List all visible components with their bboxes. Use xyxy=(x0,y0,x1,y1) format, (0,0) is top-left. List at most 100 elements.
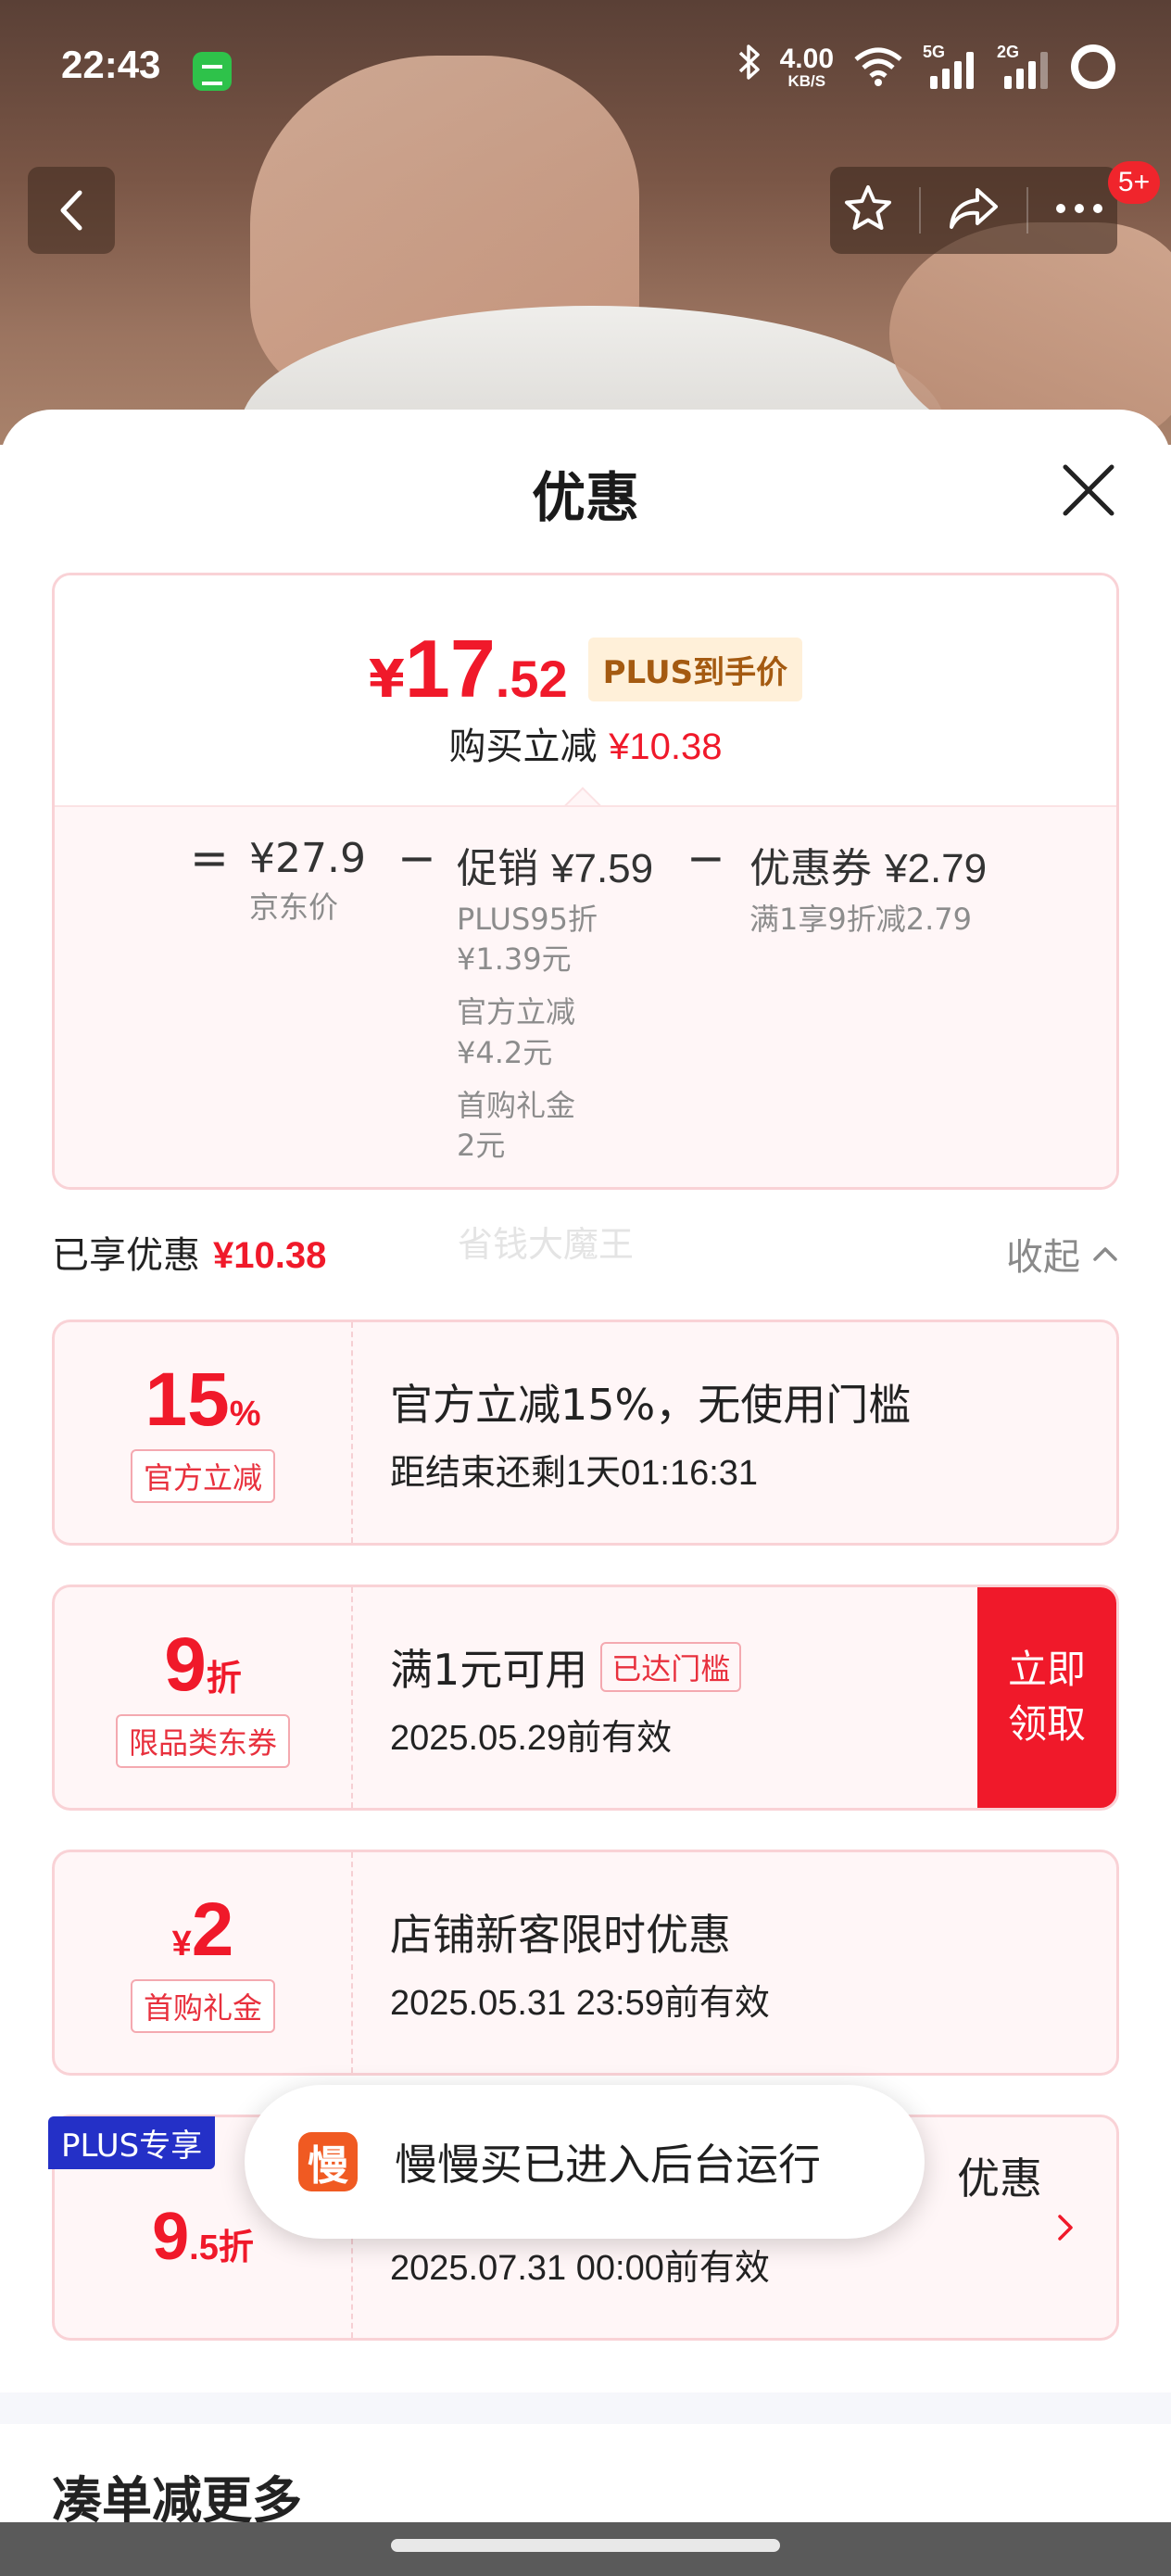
promo-value: ¥7.59 xyxy=(551,846,654,891)
promo-detail-item: PLUS95折 xyxy=(457,902,598,937)
coupon-number: 9 xyxy=(152,2200,190,2274)
promo-detail-item: ¥4.2元 xyxy=(457,1034,553,1070)
enjoyed-value: ¥10.38 xyxy=(213,1235,327,1276)
plus-exclusive-badge: PLUS专享 xyxy=(48,2116,216,2169)
plus-price-tag: PLUS到手价 xyxy=(587,637,803,701)
manmanmai-app-icon: 慢 xyxy=(298,2132,358,2191)
net-speed: 4.00 KB/S xyxy=(780,44,834,90)
close-button[interactable] xyxy=(1056,458,1121,523)
promo-line: 促销 ¥7.59 xyxy=(457,835,653,894)
price-breakdown-card: ¥17.52 PLUS到手价 购买立减 ¥10.38 = ¥27.9 京东价 −… xyxy=(52,573,1119,1190)
coupon-detail: 满1享9折减2.79 xyxy=(749,902,972,937)
coupon-number: 2 xyxy=(191,1888,234,1972)
coupon-countdown: 距结束还剩1天01:16:31 xyxy=(390,1453,759,1493)
more-menu-button[interactable] xyxy=(1053,201,1105,220)
section-separator xyxy=(0,2393,1171,2424)
instant-cut-value: ¥10.38 xyxy=(609,726,723,767)
coupon-value: ¥2.79 xyxy=(885,846,988,891)
sheet-title: 优惠 xyxy=(531,466,639,529)
threshold-reached-badge: 已达门槛 xyxy=(600,1641,742,1692)
coupon-headline: 店铺新客限时优惠 xyxy=(390,1909,731,1960)
jd-price-label: 京东价 xyxy=(249,890,339,925)
status-bar: 22:43 4.00 KB/S 5G 2G xyxy=(0,0,1171,139)
coupon-big-value: 15% xyxy=(145,1362,260,1438)
chevron-right-icon xyxy=(1058,2215,1073,2241)
bluetooth-icon xyxy=(737,44,762,90)
price-integer: 17 xyxy=(404,623,496,714)
close-icon xyxy=(1063,464,1114,516)
coupon-number: 9 xyxy=(164,1623,207,1707)
signal-sim1-icon: 5G xyxy=(923,43,978,89)
minus-sign: − xyxy=(686,831,725,885)
coupon-divider xyxy=(351,1587,353,1808)
share-icon xyxy=(949,188,998,229)
coupon-value-area: ¥2 首购礼金 xyxy=(55,1852,351,2073)
coupon-col: 优惠券 ¥2.79 满1享9折减2.79 xyxy=(749,835,987,940)
home-gesture-bar[interactable] xyxy=(391,2539,780,2552)
toast-text: 慢慢买已进入后台运行 xyxy=(395,2140,821,2190)
discount-sheet: 优惠 ¥17.52 PLUS到手价 购买立减 ¥10.38 = ¥27.9 京东… xyxy=(0,410,1171,2576)
coupon-card-first-purchase[interactable]: ¥2 首购礼金 店铺新客限时优惠 2025.05.31 23:59前有效 xyxy=(52,1850,1119,2076)
coupon-currency: ¥ xyxy=(171,1925,192,1964)
coupon-type-tag: 首购礼金 xyxy=(130,1979,275,2033)
coupon-info: 官方立减15%，无使用门槛 距结束还剩1天01:16:31 xyxy=(390,1322,1116,1543)
promo-detail-item: 2元 xyxy=(457,1127,506,1163)
status-icons: 4.00 KB/S 5G 2G xyxy=(737,41,1115,93)
coupon-info: 店铺新客限时优惠 2025.05.31 23:59前有效 xyxy=(390,1852,1116,2073)
message-count-badge: 5+ xyxy=(1108,161,1160,204)
coupon-number: 15 xyxy=(145,1357,230,1442)
coupon-headline: 官方立减15%，无使用门槛 xyxy=(390,1379,912,1430)
coupon-card-official-cut[interactable]: 15% 官方立减 官方立减15%，无使用门槛 距结束还剩1天01:16:31 xyxy=(52,1320,1119,1546)
chevron-up-icon xyxy=(1093,1247,1117,1261)
coupon-unit: .5折 xyxy=(189,2229,254,2267)
action-divider xyxy=(919,187,922,234)
coupon-big-value: ¥2 xyxy=(172,1892,234,1968)
instant-cut-label: 购买立减 xyxy=(448,726,598,768)
collapse-button[interactable]: 收起 xyxy=(1006,1227,1119,1281)
enjoyed-discount: 已享优惠 ¥10.38 xyxy=(52,1225,326,1279)
minus-sign: − xyxy=(397,831,436,885)
coupon-big-value: 9.5折 xyxy=(152,2203,254,2270)
coupon-detail-chevron[interactable] xyxy=(1055,2210,1076,2253)
instant-cut-line: 购买立减 ¥10.38 xyxy=(55,716,1116,770)
action-divider xyxy=(1026,187,1028,234)
price-formula: = ¥27.9 京东价 − 促销 ¥7.59 PLUS95折 ¥1.39元 官方… xyxy=(55,805,1116,1187)
collapse-label: 收起 xyxy=(1006,1236,1080,1279)
coupon-expiry: 2025.07.31 00:00前有效 xyxy=(390,2249,770,2288)
jd-price-value: ¥27.9 xyxy=(249,835,366,882)
chevron-left-icon xyxy=(60,190,82,231)
claim-coupon-button[interactable]: 立即领取 xyxy=(977,1587,1116,1808)
signal-sim2-icon: 2G xyxy=(997,43,1052,89)
back-button[interactable] xyxy=(28,167,115,254)
promo-detail-item: ¥1.39元 xyxy=(457,941,572,978)
coupon-label: 优惠券 xyxy=(749,845,872,892)
coupon-type-tag: 限品类东券 xyxy=(115,1714,290,1768)
final-price: ¥17.52 PLUS到手价 xyxy=(55,622,1116,716)
final-price-amount: ¥17.52 xyxy=(369,622,568,716)
coupon-value-area: 15% 官方立减 xyxy=(55,1322,351,1543)
coupon-threshold: 满1元可用 xyxy=(390,1644,588,1695)
star-icon xyxy=(845,185,892,230)
net-speed-unit: KB/S xyxy=(787,71,826,90)
enjoyed-label: 已享优惠 xyxy=(52,1234,200,1277)
wifi-icon xyxy=(852,46,904,87)
top-actions xyxy=(830,167,1117,254)
coupon-value-area: 9折 限品类东券 xyxy=(55,1587,351,1808)
promo-detail-item: 官方立减 xyxy=(457,994,576,1030)
coupon-divider xyxy=(351,1852,353,2073)
coupon-headline-tail: 优惠 xyxy=(957,2153,1042,2203)
coupon-unit: % xyxy=(229,1395,261,1433)
coupon-card-category[interactable]: 9折 限品类东券 满1元可用 已达门槛 2025.05.29前有效 立即领取 xyxy=(52,1585,1119,1811)
background-run-toast: 慢 慢慢买已进入后台运行 xyxy=(245,2085,925,2239)
share-button[interactable] xyxy=(946,183,1001,238)
coupon-unit: 折 xyxy=(206,1660,242,1698)
promo-detail-item: 首购礼金 xyxy=(457,1087,576,1123)
favorite-star-button[interactable] xyxy=(842,183,894,238)
promo-label: 促销 xyxy=(457,845,538,892)
currency-symbol: ¥ xyxy=(368,650,405,710)
coupon-big-value: 9折 xyxy=(164,1627,242,1703)
coupon-divider xyxy=(351,1322,353,1543)
promo-details: PLUS95折 ¥1.39元 官方立减 ¥4.2元 首购礼金 2元 xyxy=(457,900,653,1166)
battery-ring-icon xyxy=(1071,44,1115,89)
jd-price-col: ¥27.9 京东价 xyxy=(249,835,366,928)
